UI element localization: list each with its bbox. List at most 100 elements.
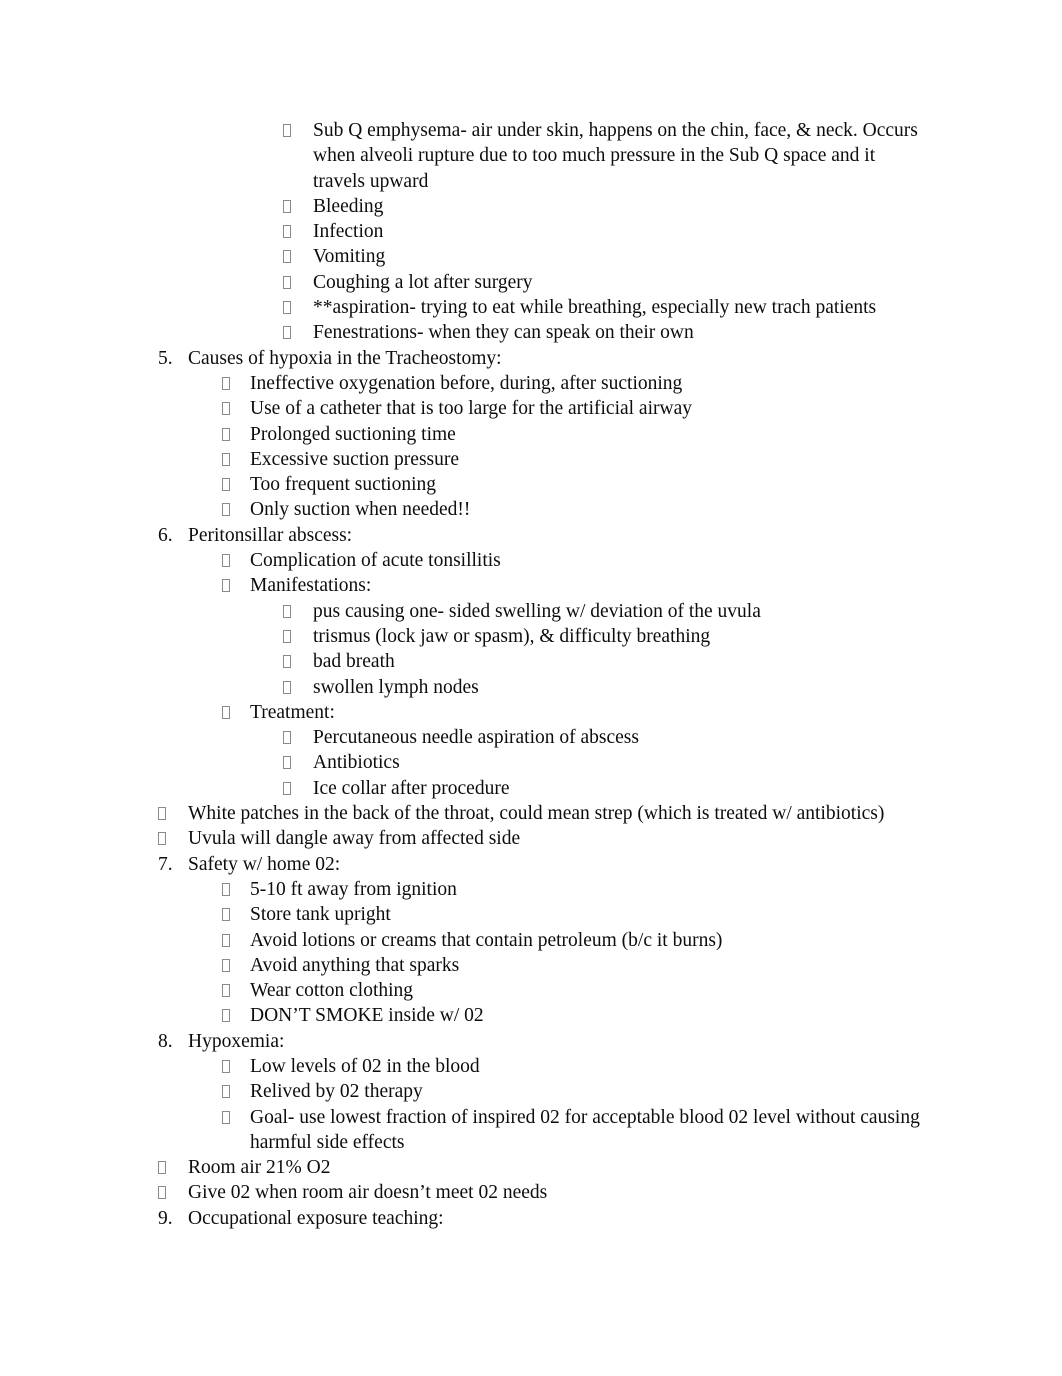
list-item-text: Treatment: xyxy=(250,701,335,723)
bullet-glyph-icon xyxy=(283,199,291,213)
bullet-glyph-icon xyxy=(283,655,291,669)
wingdings-bullet-tofu-box xyxy=(222,472,250,497)
bullet-glyph-icon xyxy=(222,503,230,517)
bullet-list-item: Fenestrations- when they can speak on th… xyxy=(140,320,922,345)
bullet-list-item: Ice collar after procedure xyxy=(140,776,922,801)
bullet-glyph-icon xyxy=(158,832,166,846)
bullet-glyph-icon xyxy=(222,882,230,896)
bullet-list-item: Avoid anything that sparks xyxy=(140,953,922,978)
bullet-list-item: Low levels of 02 in the blood xyxy=(140,1054,922,1079)
list-item-text: pus causing one- sided swelling w/ devia… xyxy=(313,600,761,622)
bullet-glyph-icon xyxy=(222,933,230,947)
bullet-glyph-icon xyxy=(158,1161,166,1175)
numbered-list-item: 9. Occupational exposure teaching: xyxy=(140,1206,922,1231)
bullet-glyph-icon xyxy=(283,225,291,239)
list-item-text: Wear cotton clothing xyxy=(250,980,414,1002)
bullet-list-item: Relived by 02 therapy xyxy=(140,1079,922,1104)
list-item-text: DON’T SMOKE inside w/ 02 xyxy=(250,1005,484,1027)
bullet-list-item: 5-10 ft away from ignition xyxy=(140,877,922,902)
wingdings-bullet-tofu-box xyxy=(222,497,250,522)
list-number-marker: 7. xyxy=(158,853,173,875)
bullet-list-item: Sub Q emphysema- air under skin, happens… xyxy=(140,118,922,194)
bullet-glyph-icon xyxy=(283,250,291,264)
numbered-list-item: 5. Causes of hypoxia in the Tracheostomy: xyxy=(140,346,922,371)
bullet-list-item: Treatment: xyxy=(140,700,922,725)
bullet-glyph-icon xyxy=(158,807,166,821)
list-item-text: Percutaneous needle aspiration of absces… xyxy=(313,727,639,749)
list-item-text: Give 02 when room air doesn’t meet 02 ne… xyxy=(188,1182,548,1204)
list-item-text: Infection xyxy=(313,221,384,243)
wingdings-bullet-tofu-box xyxy=(222,1105,250,1130)
wingdings-bullet-tofu-box xyxy=(283,750,313,775)
bullet-list-item: Wear cotton clothing xyxy=(140,978,922,1003)
bullet-list-item: Give 02 when room air doesn’t meet 02 ne… xyxy=(140,1180,922,1205)
bullet-list-item: Coughing a lot after surgery xyxy=(140,270,922,295)
wingdings-bullet-tofu-box xyxy=(222,1003,250,1028)
wingdings-bullet-tofu-box xyxy=(222,953,250,978)
bullet-list-item: Infection xyxy=(140,219,922,244)
wingdings-bullet-tofu-box xyxy=(222,902,250,927)
numbered-list-item: 6. Peritonsillar abscess: xyxy=(140,523,922,548)
wingdings-bullet-tofu-box xyxy=(158,1155,188,1180)
bullet-glyph-icon xyxy=(222,1110,230,1124)
wingdings-bullet-tofu-box xyxy=(283,270,313,295)
bullet-glyph-icon xyxy=(283,275,291,289)
list-item-text: Fenestrations- when they can speak on th… xyxy=(313,322,694,344)
wingdings-bullet-tofu-box xyxy=(283,244,313,269)
wingdings-bullet-tofu-box xyxy=(283,776,313,801)
bullet-list-item: Use of a catheter that is too large for … xyxy=(140,396,922,421)
bullet-glyph-icon xyxy=(222,452,230,466)
bullet-glyph-icon xyxy=(222,478,230,492)
wingdings-bullet-tofu-box xyxy=(222,548,250,573)
wingdings-bullet-tofu-box xyxy=(283,649,313,674)
bullet-glyph-icon xyxy=(283,124,291,137)
bullet-list-item: Only suction when needed!! xyxy=(140,497,922,522)
wingdings-bullet-tofu-box xyxy=(283,675,313,700)
bullet-list-item: Store tank upright xyxy=(140,902,922,927)
bullet-glyph-icon xyxy=(222,554,230,568)
list-item-text: Hypoxemia: xyxy=(188,1030,285,1052)
bullet-list-item: Bleeding xyxy=(140,194,922,219)
bullet-glyph-icon xyxy=(222,427,230,441)
wingdings-bullet-tofu-box xyxy=(222,877,250,902)
list-item-text: Coughing a lot after surgery xyxy=(313,271,533,293)
bullet-list-item: bad breath xyxy=(140,649,922,674)
bullet-glyph-icon xyxy=(222,376,230,390)
bullet-list-item: Too frequent suctioning xyxy=(140,472,922,497)
list-item-text: Avoid anything that sparks xyxy=(250,954,460,976)
bullet-list-item: Goal- use lowest fraction of inspired 02… xyxy=(140,1105,922,1156)
list-item-text: Ineffective oxygenation before, during, … xyxy=(250,372,683,394)
bullet-glyph-icon xyxy=(222,984,230,998)
bullet-list-item: Avoid lotions or creams that contain pet… xyxy=(140,928,922,953)
list-item-text: Causes of hypoxia in the Tracheostomy: xyxy=(188,347,502,369)
numbered-list-item: 8. Hypoxemia: xyxy=(140,1029,922,1054)
list-item-text: Room air 21% O2 xyxy=(188,1157,331,1179)
list-number-marker: 8. xyxy=(158,1030,173,1052)
bullet-list-item: Antibiotics xyxy=(140,750,922,775)
bullet-list-item: **aspiration- trying to eat while breath… xyxy=(140,295,922,320)
list-item-text: Ice collar after procedure xyxy=(313,777,510,799)
document-page: Sub Q emphysema- air under skin, happens… xyxy=(0,0,1062,1376)
list-item-text: Goal- use lowest fraction of inspired 02… xyxy=(250,1106,920,1153)
bullet-list-item: trismus (lock jaw or spasm), & difficult… xyxy=(140,624,922,649)
list-item-text: Vomiting xyxy=(313,246,386,268)
list-item-text: Sub Q emphysema- air under skin, happens… xyxy=(313,120,918,192)
list-item-text: Too frequent suctioning xyxy=(250,474,437,496)
list-item-text: Safety w/ home 02: xyxy=(188,853,341,875)
bullet-glyph-icon xyxy=(283,629,291,643)
wingdings-bullet-tofu-box xyxy=(222,978,250,1003)
bullet-glyph-icon xyxy=(283,731,291,745)
bullet-glyph-icon xyxy=(283,756,291,770)
list-item-text: Peritonsillar abscess: xyxy=(188,524,353,546)
bullet-list-item: Prolonged suctioning time xyxy=(140,422,922,447)
bullet-glyph-icon xyxy=(222,908,230,922)
bullet-glyph-icon xyxy=(283,680,291,694)
list-item-text: Complication of acute tonsillitis xyxy=(250,550,501,572)
bullet-glyph-icon xyxy=(222,1009,230,1023)
list-item-text: Only suction when needed!! xyxy=(250,499,471,521)
list-item-text: Low levels of 02 in the blood xyxy=(250,1055,480,1077)
bullet-glyph-icon xyxy=(283,604,291,618)
wingdings-bullet-tofu-box xyxy=(283,295,313,320)
wingdings-bullet-tofu-box xyxy=(222,700,250,725)
wingdings-bullet-tofu-box xyxy=(222,371,250,396)
